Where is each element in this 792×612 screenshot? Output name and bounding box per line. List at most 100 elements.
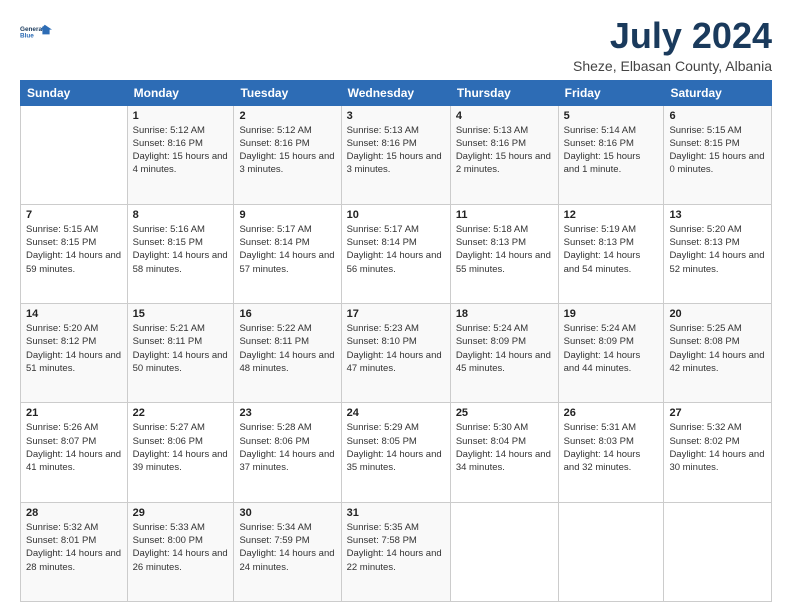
day-number: 27 [669, 407, 766, 419]
calendar-cell: 17 Sunrise: 5:23 AMSunset: 8:10 PMDayligh… [341, 304, 450, 403]
day-info: Sunrise: 5:13 AMSunset: 8:16 PMDaylight:… [456, 124, 553, 177]
day-number: 23 [239, 407, 335, 419]
header: GeneralBlue July 2024 Sheze, Elbasan Cou… [20, 16, 772, 74]
day-number: 9 [239, 209, 335, 221]
calendar-cell: 23 Sunrise: 5:28 AMSunset: 8:06 PMDayligh… [234, 403, 341, 502]
day-info: Sunrise: 5:30 AMSunset: 8:04 PMDaylight:… [456, 421, 553, 474]
calendar-cell: 21Sunrise: 5:26 AMSunset: 8:07 PMDayligh… [21, 403, 128, 502]
calendar-cell: 3 Sunrise: 5:13 AMSunset: 8:16 PMDaylight… [341, 105, 450, 204]
header-thursday: Thursday [450, 80, 558, 105]
calendar-cell: 24Sunrise: 5:29 AMSunset: 8:05 PMDayligh… [341, 403, 450, 502]
day-info: Sunrise: 5:23 AMSunset: 8:10 PMDaylight:… [347, 322, 445, 375]
day-info: Sunrise: 5:13 AMSunset: 8:16 PMDaylight:… [347, 124, 445, 177]
calendar-cell: 9 Sunrise: 5:17 AMSunset: 8:14 PMDaylight… [234, 204, 341, 303]
calendar-cell: 16Sunrise: 5:22 AMSunset: 8:11 PMDayligh… [234, 304, 341, 403]
calendar-cell: 29 Sunrise: 5:33 AMSunset: 8:00 PMDayligh… [127, 502, 234, 601]
day-info: Sunrise: 5:20 AMSunset: 8:12 PMDaylight:… [26, 322, 122, 375]
header-monday: Monday [127, 80, 234, 105]
day-number: 6 [669, 110, 766, 122]
day-number: 10 [347, 209, 445, 221]
calendar-cell [450, 502, 558, 601]
header-tuesday: Tuesday [234, 80, 341, 105]
day-info: Sunrise: 5:16 AMSunset: 8:15 PMDaylight:… [133, 223, 229, 276]
calendar-cell: 10Sunrise: 5:17 AMSunset: 8:14 PMDayligh… [341, 204, 450, 303]
calendar-cell: 8 Sunrise: 5:16 AMSunset: 8:15 PMDaylight… [127, 204, 234, 303]
calendar-cell: 28 Sunrise: 5:32 AMSunset: 8:01 PMDayligh… [21, 502, 128, 601]
calendar-cell [558, 502, 664, 601]
day-info: Sunrise: 5:33 AMSunset: 8:00 PMDaylight:… [133, 521, 229, 574]
day-number: 29 [133, 507, 229, 519]
day-number: 13 [669, 209, 766, 221]
calendar-week-2: 14 Sunrise: 5:20 AMSunset: 8:12 PMDayligh… [21, 304, 772, 403]
day-number: 4 [456, 110, 553, 122]
day-number: 2 [239, 110, 335, 122]
calendar-week-4: 28 Sunrise: 5:32 AMSunset: 8:01 PMDayligh… [21, 502, 772, 601]
day-info: Sunrise: 5:34 AMSunset: 7:59 PMDaylight:… [239, 521, 335, 574]
day-info: Sunrise: 5:24 AMSunset: 8:09 PMDaylight:… [564, 322, 659, 375]
day-info: Sunrise: 5:24 AMSunset: 8:09 PMDaylight:… [456, 322, 553, 375]
day-number: 12 [564, 209, 659, 221]
calendar-cell: 25 Sunrise: 5:30 AMSunset: 8:04 PMDayligh… [450, 403, 558, 502]
calendar-cell: 20 Sunrise: 5:25 AMSunset: 8:08 PMDayligh… [664, 304, 772, 403]
calendar-cell: 31 Sunrise: 5:35 AMSunset: 7:58 PMDayligh… [341, 502, 450, 601]
calendar-page: GeneralBlue July 2024 Sheze, Elbasan Cou… [0, 0, 792, 612]
calendar-cell [664, 502, 772, 601]
calendar-cell: 11Sunrise: 5:18 AMSunset: 8:13 PMDayligh… [450, 204, 558, 303]
day-info: Sunrise: 5:17 AMSunset: 8:14 PMDaylight:… [239, 223, 335, 276]
calendar-week-1: 7Sunrise: 5:15 AMSunset: 8:15 PMDaylight… [21, 204, 772, 303]
day-number: 3 [347, 110, 445, 122]
day-number: 14 [26, 308, 122, 320]
day-number: 31 [347, 507, 445, 519]
day-info: Sunrise: 5:25 AMSunset: 8:08 PMDaylight:… [669, 322, 766, 375]
calendar-cell: 7Sunrise: 5:15 AMSunset: 8:15 PMDaylight… [21, 204, 128, 303]
day-info: Sunrise: 5:32 AMSunset: 8:01 PMDaylight:… [26, 521, 122, 574]
calendar-cell: 12 Sunrise: 5:19 AMSunset: 8:13 PMDayligh… [558, 204, 664, 303]
header-friday: Friday [558, 80, 664, 105]
day-number: 28 [26, 507, 122, 519]
main-title: July 2024 [573, 16, 772, 56]
day-info: Sunrise: 5:12 AMSunset: 8:16 PMDaylight:… [239, 124, 335, 177]
day-info: Sunrise: 5:28 AMSunset: 8:06 PMDaylight:… [239, 421, 335, 474]
calendar-cell: 14 Sunrise: 5:20 AMSunset: 8:12 PMDayligh… [21, 304, 128, 403]
calendar-cell: 22Sunrise: 5:27 AMSunset: 8:06 PMDayligh… [127, 403, 234, 502]
day-number: 8 [133, 209, 229, 221]
day-number: 21 [26, 407, 122, 419]
day-number: 20 [669, 308, 766, 320]
svg-text:Blue: Blue [20, 33, 34, 40]
calendar-cell: 1 Sunrise: 5:12 AMSunset: 8:16 PMDaylight… [127, 105, 234, 204]
day-info: Sunrise: 5:35 AMSunset: 7:58 PMDaylight:… [347, 521, 445, 574]
subtitle: Sheze, Elbasan County, Albania [573, 58, 772, 74]
day-info: Sunrise: 5:19 AMSunset: 8:13 PMDaylight:… [564, 223, 659, 276]
day-number: 30 [239, 507, 335, 519]
day-info: Sunrise: 5:18 AMSunset: 8:13 PMDaylight:… [456, 223, 553, 276]
day-number: 5 [564, 110, 659, 122]
calendar-cell: 13Sunrise: 5:20 AMSunset: 8:13 PMDayligh… [664, 204, 772, 303]
logo: GeneralBlue [20, 16, 52, 48]
calendar-cell: 6Sunrise: 5:15 AMSunset: 8:15 PMDaylight… [664, 105, 772, 204]
calendar-cell: 18Sunrise: 5:24 AMSunset: 8:09 PMDayligh… [450, 304, 558, 403]
calendar-cell [21, 105, 128, 204]
calendar-cell: 2 Sunrise: 5:12 AMSunset: 8:16 PMDaylight… [234, 105, 341, 204]
day-info: Sunrise: 5:32 AMSunset: 8:02 PMDaylight:… [669, 421, 766, 474]
day-info: Sunrise: 5:27 AMSunset: 8:06 PMDaylight:… [133, 421, 229, 474]
day-number: 25 [456, 407, 553, 419]
calendar-cell: 26 Sunrise: 5:31 AMSunset: 8:03 PMDayligh… [558, 403, 664, 502]
day-info: Sunrise: 5:22 AMSunset: 8:11 PMDaylight:… [239, 322, 335, 375]
calendar-cell: 5Sunrise: 5:14 AMSunset: 8:16 PMDaylight… [558, 105, 664, 204]
header-saturday: Saturday [664, 80, 772, 105]
logo-icon: GeneralBlue [20, 16, 52, 48]
calendar-week-3: 21Sunrise: 5:26 AMSunset: 8:07 PMDayligh… [21, 403, 772, 502]
day-number: 26 [564, 407, 659, 419]
day-info: Sunrise: 5:31 AMSunset: 8:03 PMDaylight:… [564, 421, 659, 474]
day-number: 17 [347, 308, 445, 320]
day-number: 1 [133, 110, 229, 122]
day-number: 7 [26, 209, 122, 221]
calendar-cell: 27 Sunrise: 5:32 AMSunset: 8:02 PMDayligh… [664, 403, 772, 502]
calendar-header-row: Sunday Monday Tuesday Wednesday Thursday… [21, 80, 772, 105]
header-sunday: Sunday [21, 80, 128, 105]
day-number: 19 [564, 308, 659, 320]
day-number: 24 [347, 407, 445, 419]
calendar-week-0: 1 Sunrise: 5:12 AMSunset: 8:16 PMDaylight… [21, 105, 772, 204]
day-info: Sunrise: 5:21 AMSunset: 8:11 PMDaylight:… [133, 322, 229, 375]
day-info: Sunrise: 5:12 AMSunset: 8:16 PMDaylight:… [133, 124, 229, 177]
